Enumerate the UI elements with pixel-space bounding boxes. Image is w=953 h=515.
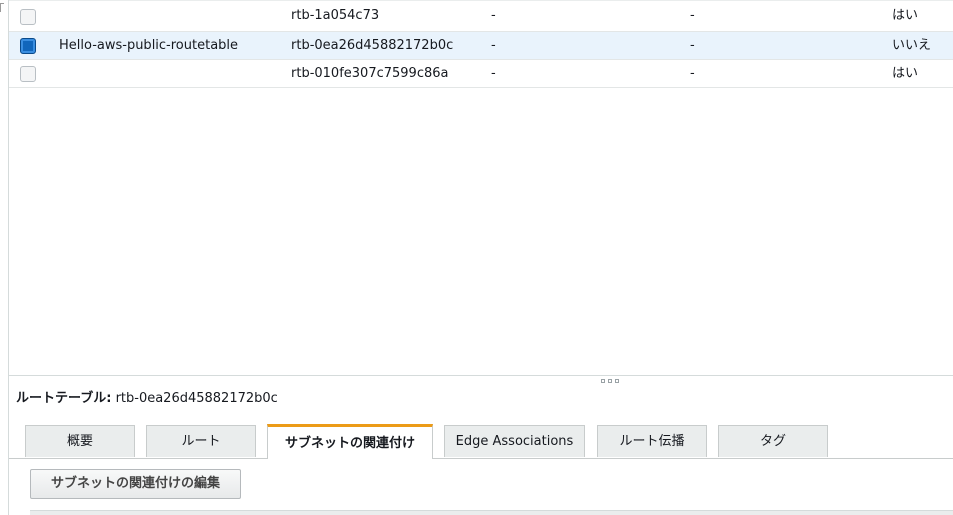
edge-association: - xyxy=(690,8,695,23)
main-flag: はい xyxy=(892,8,919,23)
route-table-name: Hello-aws-public-routetable xyxy=(59,38,239,53)
tab-route-propagation[interactable]: ルート伝播 xyxy=(597,425,707,457)
table-row[interactable]: Hello-aws-public-routetable rtb-0ea26d45… xyxy=(9,32,953,60)
tab-edge-associations[interactable]: Edge Associations xyxy=(444,425,585,457)
table-row[interactable]: rtb-010fe307c7599c86a - - はい xyxy=(9,60,953,88)
route-table-id: rtb-0ea26d45882172b0c xyxy=(291,38,454,53)
explicit-association: - xyxy=(491,66,496,81)
tab-tags[interactable]: タグ xyxy=(718,425,828,457)
pane-splitter[interactable] xyxy=(9,375,953,376)
table-row[interactable]: rtb-1a054c73 - - はい xyxy=(9,0,953,32)
route-table-list: rtb-1a054c73 - - はい Hello-aws-public-rou… xyxy=(9,0,953,88)
detail-label: ルートテーブル: xyxy=(16,391,112,406)
tab-subnet-associations[interactable]: サブネットの関連付け xyxy=(267,424,433,459)
edge-association: - xyxy=(690,38,695,53)
main-flag: いいえ xyxy=(892,38,932,53)
associations-table-header xyxy=(30,510,953,515)
detail-tabs: 概要 ルート サブネットの関連付け Edge Associations ルート伝… xyxy=(9,424,953,459)
tab-summary[interactable]: 概要 xyxy=(25,425,135,457)
detail-value: rtb-0ea26d45882172b0c xyxy=(115,391,278,406)
edge-association: - xyxy=(690,66,695,81)
explicit-association: - xyxy=(491,8,496,23)
tab-routes[interactable]: ルート xyxy=(146,425,256,457)
route-table-console: rtb-1a054c73 - - はい Hello-aws-public-rou… xyxy=(0,0,953,515)
route-table-id: rtb-010fe307c7599c86a xyxy=(291,66,449,81)
explicit-association: - xyxy=(491,38,496,53)
main-flag: はい xyxy=(892,66,919,81)
edit-subnet-associations-button[interactable]: サブネットの関連付けの編集 xyxy=(30,469,241,499)
row-checkbox[interactable] xyxy=(20,60,36,92)
splitter-grip-icon[interactable] xyxy=(601,378,622,385)
route-table-id: rtb-1a054c73 xyxy=(291,8,380,23)
detail-header: ルートテーブル: rtb-0ea26d45882172b0c xyxy=(16,387,278,406)
resize-corner-icon xyxy=(0,3,4,12)
